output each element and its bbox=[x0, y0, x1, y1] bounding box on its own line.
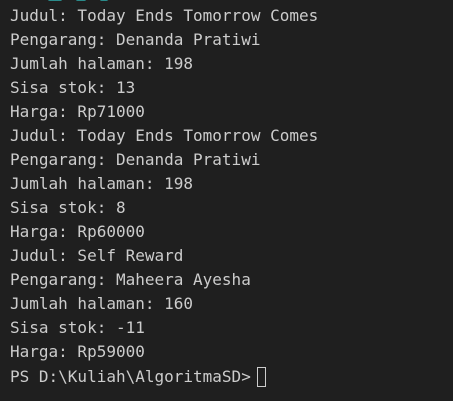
prompt-line[interactable]: PS D:\Kuliah\AlgoritmaSD> bbox=[10, 365, 453, 389]
output-line-6: Judul: Today Ends Tomorrow Comes bbox=[10, 126, 319, 145]
output-line-4: Sisa stok: 13 bbox=[10, 78, 136, 97]
terminal-output: Judul: Today Ends Tomorrow Comes Pengara… bbox=[10, 5, 453, 389]
output-line-13: Jumlah halaman: 160 bbox=[10, 294, 194, 313]
output-line-11: Judul: Self Reward bbox=[10, 246, 184, 265]
output-line-9: Sisa stok: 8 bbox=[10, 198, 126, 217]
output-line-15: Harga: Rp59000 bbox=[10, 342, 145, 361]
output-line-3: Jumlah halaman: 198 bbox=[10, 54, 194, 73]
output-line-10: Harga: Rp60000 bbox=[10, 222, 145, 241]
output-line-2: Pengarang: Denanda Pratiwi bbox=[10, 30, 261, 49]
cursor[interactable] bbox=[256, 367, 266, 387]
output-line-12: Pengarang: Maheera Ayesha bbox=[10, 270, 251, 289]
top-edge-fragment bbox=[48, 0, 122, 2]
output-line-7: Pengarang: Denanda Pratiwi bbox=[10, 150, 261, 169]
terminal-panel[interactable]: Judul: Today Ends Tomorrow Comes Pengara… bbox=[0, 0, 453, 401]
output-line-5: Harga: Rp71000 bbox=[10, 102, 145, 121]
output-line-14: Sisa stok: -11 bbox=[10, 318, 145, 337]
output-line-8: Jumlah halaman: 198 bbox=[10, 174, 194, 193]
prompt-text: PS D:\Kuliah\AlgoritmaSD> bbox=[10, 367, 251, 386]
output-line-1: Judul: Today Ends Tomorrow Comes bbox=[10, 6, 319, 25]
